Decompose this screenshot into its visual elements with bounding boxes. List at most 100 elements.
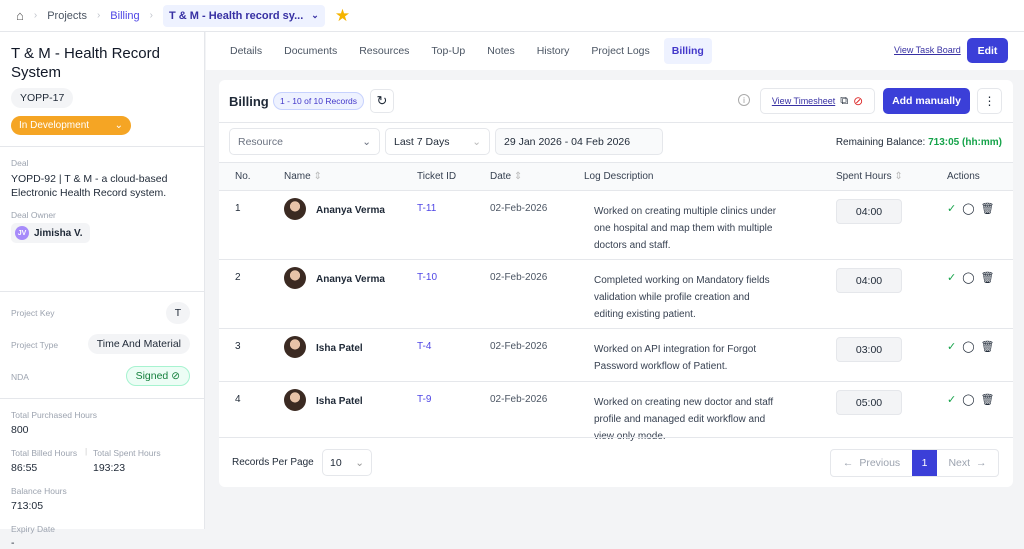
avatar — [284, 267, 306, 289]
avatar — [284, 198, 306, 220]
approve-icon[interactable]: ✓ — [947, 202, 956, 215]
tab-history[interactable]: History — [529, 38, 578, 64]
log-line: Password workflow of Patient. — [594, 361, 728, 372]
refresh-button[interactable]: ↻ — [370, 89, 394, 113]
sort-icon: ⇕ — [513, 171, 523, 182]
ticket-link[interactable]: T-4 — [417, 341, 431, 352]
comment-icon[interactable]: ◯ — [962, 271, 974, 284]
comment-icon[interactable]: ◯ — [962, 202, 974, 215]
date-range-text: 29 Jan 2026 - 04 Feb 2026 — [504, 135, 631, 148]
row-name: Isha Patel — [316, 343, 363, 354]
info-icon[interactable]: i — [738, 94, 750, 106]
more-options-button[interactable]: ⋮ — [977, 88, 1002, 114]
pagination: ← Previous 1 Next → — [830, 449, 999, 477]
row-date: 02-Feb-2026 — [490, 341, 548, 352]
block-icon[interactable]: ⊘ — [853, 94, 863, 108]
deal-owner-chip[interactable]: JV Jimisha V. — [11, 223, 90, 243]
nda-label: NDA — [11, 372, 29, 382]
previous-button[interactable]: ← Previous — [831, 450, 912, 476]
expiry-value: - — [11, 537, 15, 549]
breadcrumb-billing[interactable]: Billing — [110, 10, 139, 22]
log-line: Worked on creating new doctor and staff — [594, 397, 774, 408]
copy-icon[interactable]: ⧉ — [840, 95, 848, 108]
status-dropdown[interactable]: In Development ⌄ — [11, 116, 131, 135]
log-description: Completed working on Mandatory fields val… — [594, 272, 770, 323]
expiry-label: Expiry Date — [11, 524, 55, 534]
row-no: 1 — [235, 203, 241, 214]
edit-button[interactable]: Edit — [967, 38, 1008, 63]
trash-icon[interactable]: 🗑 — [981, 271, 995, 284]
next-button[interactable]: Next → — [937, 450, 998, 476]
breadcrumb-current-dropdown[interactable]: T & M - Health record sy... ⌄ — [163, 4, 325, 27]
more-vertical-icon: ⋮ — [983, 94, 996, 108]
comment-icon[interactable]: ◯ — [962, 340, 974, 353]
divider: | — [85, 446, 88, 456]
col-actions: Actions — [947, 171, 980, 182]
col-date-label: Date — [490, 171, 512, 182]
records-count-badge: 1 - 10 of 10 Records — [273, 92, 365, 110]
chevron-down-icon: ⌄ — [114, 120, 123, 131]
col-name[interactable]: Name ⇕ — [284, 171, 322, 182]
deal-value: YOPD-92 | T & M - a cloud-based Electron… — [11, 173, 168, 199]
col-spent-hours[interactable]: Spent Hours ⇕ — [836, 171, 903, 182]
view-task-board-link[interactable]: View Task Board — [894, 45, 961, 55]
row-actions: ✓ ◯ 🗑 — [947, 202, 995, 215]
tab-resources[interactable]: Resources — [351, 38, 417, 64]
add-manually-button[interactable]: Add manually — [883, 88, 970, 114]
col-date[interactable]: Date ⇕ — [490, 171, 522, 182]
tab-details[interactable]: Details — [222, 38, 270, 64]
breadcrumb-projects[interactable]: Projects — [47, 10, 87, 22]
page-1-button[interactable]: 1 — [912, 450, 937, 476]
log-description: Worked on creating multiple clinics unde… — [594, 203, 776, 254]
avatar: JV — [15, 226, 29, 240]
billing-card: Billing 1 - 10 of 10 Records ↻ i View Ti… — [219, 80, 1013, 487]
home-icon[interactable]: ⌂ — [16, 8, 24, 23]
tab-top-up[interactable]: Top-Up — [423, 38, 473, 64]
trash-icon[interactable]: 🗑 — [981, 340, 995, 353]
row-name: Isha Patel — [316, 396, 363, 407]
star-icon[interactable]: ★ — [335, 6, 350, 26]
billing-title: Billing — [229, 94, 269, 109]
view-timesheet-link[interactable]: View Timesheet — [772, 96, 835, 106]
billed-value: 86:55 — [11, 462, 38, 474]
tab-billing[interactable]: Billing — [663, 38, 712, 64]
chevron-down-icon: ⌄ — [362, 135, 371, 148]
table-row: 1 Ananya Verma T-11 02-Feb-2026 Worked o… — [219, 190, 1013, 259]
breadcrumb-current: T & M - Health record sy... — [169, 9, 304, 22]
avatar — [284, 336, 306, 358]
arrow-right-icon: → — [976, 457, 987, 469]
ticket-link[interactable]: T-9 — [417, 394, 431, 405]
log-line: profile and managed edit workflow and — [594, 414, 766, 425]
project-type-label: Project Type — [11, 340, 59, 350]
spent-hours-field[interactable]: 03:00 — [836, 337, 902, 362]
resource-select[interactable]: Resource ⌄ — [229, 128, 380, 155]
per-page-value: 10 — [330, 456, 342, 469]
resource-placeholder: Resource — [238, 135, 283, 148]
spent-hours-field[interactable]: 04:00 — [836, 199, 902, 224]
approve-icon[interactable]: ✓ — [947, 340, 956, 353]
tab-notes[interactable]: Notes — [479, 38, 522, 64]
status-label: In Development — [19, 120, 90, 131]
deal-label: Deal — [11, 158, 29, 168]
spent-label: Total Spent Hours — [93, 448, 161, 458]
date-picker[interactable]: 29 Jan 2026 - 04 Feb 2026 — [495, 128, 663, 155]
breadcrumb-bar: ⌂ › Projects › Billing › T & M - Health … — [0, 0, 1024, 32]
tab-documents[interactable]: Documents — [276, 38, 345, 64]
trash-icon[interactable]: 🗑 — [981, 202, 995, 215]
spent-hours-field[interactable]: 05:00 — [836, 390, 902, 415]
table-footer: Records Per Page 10 ⌄ ← Previous 1 Next → — [219, 437, 1013, 487]
balance-label: Balance Hours — [11, 486, 67, 496]
ticket-link[interactable]: T-10 — [417, 272, 437, 283]
spent-hours-field[interactable]: 04:00 — [836, 268, 902, 293]
trash-icon[interactable]: 🗑 — [981, 393, 995, 406]
approve-icon[interactable]: ✓ — [947, 393, 956, 406]
date-range-select[interactable]: Last 7 Days ⌄ — [385, 128, 490, 155]
approve-icon[interactable]: ✓ — [947, 271, 956, 284]
per-page-select[interactable]: 10 ⌄ — [322, 449, 372, 476]
ticket-link[interactable]: T-11 — [417, 203, 436, 214]
chevron-down-icon: ⌄ — [472, 135, 481, 148]
tab-project-logs[interactable]: Project Logs — [583, 38, 657, 64]
row-no: 3 — [235, 341, 241, 352]
comment-icon[interactable]: ◯ — [962, 393, 974, 406]
row-date: 02-Feb-2026 — [490, 394, 548, 405]
